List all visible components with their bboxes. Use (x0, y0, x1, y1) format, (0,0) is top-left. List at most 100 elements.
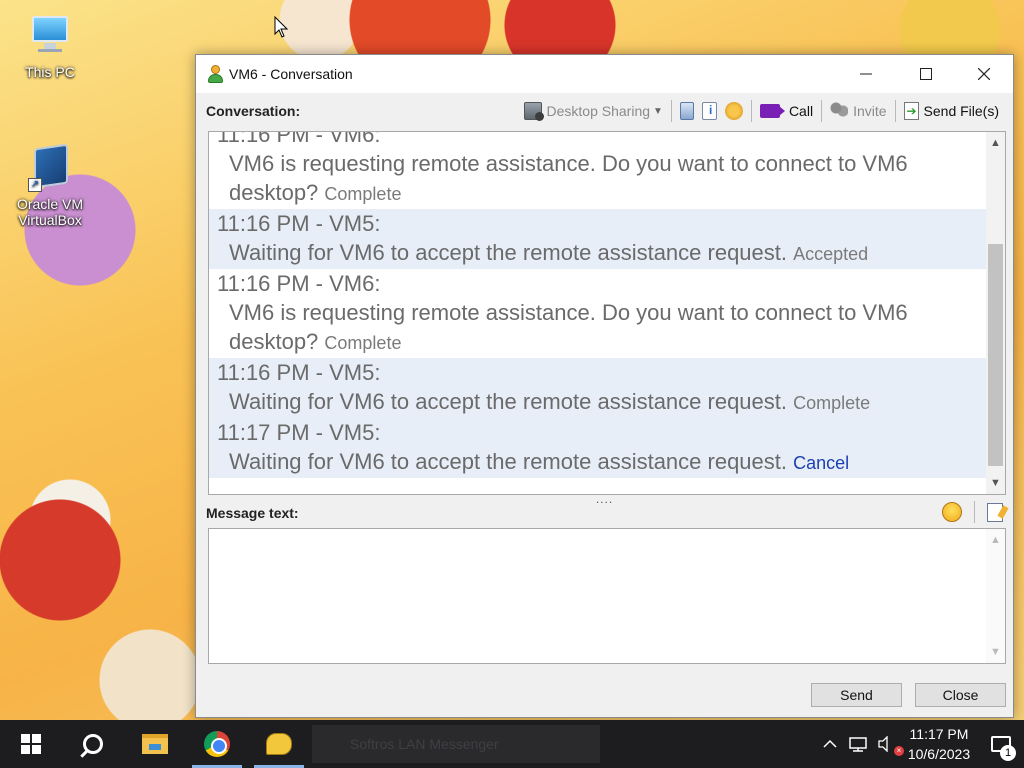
emoticons-icon (724, 102, 743, 120)
conversation-scrollbar[interactable]: ▲ ▼ (986, 132, 1005, 494)
clock-time: 11:17 PM (909, 726, 969, 742)
message-status: Complete (324, 184, 402, 204)
scroll-down-icon[interactable]: ▼ (986, 474, 1005, 492)
desktop-icon-label: Oracle VM VirtualBox (16, 196, 84, 228)
toolbar-separator (894, 100, 896, 122)
close-button[interactable]: Close (915, 683, 1006, 707)
network-icon (849, 737, 867, 752)
close-window-button[interactable] (961, 55, 1007, 93)
conversation-history[interactable]: 11:16 PM - VM6: VM6 is requesting remote… (208, 131, 1006, 495)
toolbar-separator (670, 100, 672, 122)
file-explorer-icon (142, 734, 168, 754)
message-header: 11:16 PM - VM5: (217, 211, 381, 236)
clock[interactable]: 11:17 PM 10/6/2023 (900, 724, 978, 764)
minimize-icon (860, 73, 872, 75)
maximize-button[interactable] (903, 55, 949, 93)
pane-splitter[interactable]: .... (196, 493, 1013, 507)
message-input-scrollbar[interactable]: ▲ ▼ (986, 529, 1005, 663)
taskbar-preview[interactable]: Softros LAN Messenger (312, 725, 600, 763)
invite-label: Invite (853, 103, 887, 119)
message-header: 11:16 PM - VM5: (217, 360, 381, 385)
contacts-button[interactable] (676, 99, 698, 123)
message-body: VM6 is requesting remote assistance. Do … (217, 298, 987, 358)
emoticons-button[interactable] (721, 99, 747, 123)
send-files-button[interactable]: Send File(s) (900, 99, 1003, 123)
desktop-icon-this-pc[interactable]: This PC (5, 12, 95, 80)
chrome-icon (204, 731, 230, 757)
messenger-icon (266, 733, 292, 755)
toolbar-separator (974, 501, 975, 523)
messenger-user-icon (207, 65, 223, 83)
message-body: Waiting for VM6 to accept the remote ass… (217, 238, 987, 269)
cancel-link[interactable]: Cancel (793, 453, 849, 473)
conversation-label: Conversation: (206, 103, 301, 119)
conversation-toolbar: Desktop Sharing ▼ Call Invite Send File(… (520, 93, 1003, 129)
message-item: 11:16 PM - VM5: Waiting for VM6 to accep… (209, 358, 987, 478)
desktop-icon-virtualbox[interactable]: ↗ Oracle VM VirtualBox (5, 143, 95, 228)
message-item: 11:16 PM - VM5: Waiting for VM6 to accep… (209, 209, 987, 269)
messenger-button[interactable] (248, 720, 310, 768)
toolbar-separator (821, 100, 823, 122)
minimize-button[interactable] (843, 55, 889, 93)
windows-start-icon (21, 734, 41, 754)
start-button[interactable] (0, 720, 62, 768)
network-button[interactable] (844, 720, 872, 768)
message-status: Accepted (793, 244, 869, 264)
window-title: VM6 - Conversation (229, 66, 353, 82)
toolbar-separator (750, 100, 752, 122)
send-file-icon (903, 102, 919, 120)
scroll-up-icon[interactable]: ▲ (986, 531, 1005, 549)
message-text: Waiting for VM6 to accept the remote ass… (229, 449, 788, 474)
scrollbar-thumb[interactable] (988, 244, 1003, 466)
show-hidden-icons-button[interactable] (816, 720, 844, 768)
message-text: Waiting for VM6 to accept the remote ass… (229, 240, 788, 265)
action-center-button[interactable]: 1 (978, 720, 1024, 768)
user-info-icon (701, 102, 717, 120)
search-icon (83, 734, 103, 754)
muted-badge-icon: × (894, 746, 904, 756)
message-body: VM6 is requesting remote assistance. Do … (217, 149, 987, 209)
scroll-down-icon[interactable]: ▼ (986, 643, 1005, 661)
conversation-header: Conversation: Desktop Sharing ▼ Call Inv… (196, 93, 1013, 129)
chrome-button[interactable] (186, 720, 248, 768)
conversation-window: VM6 - Conversation Conversation: Desktop… (195, 54, 1014, 718)
message-input[interactable] (209, 529, 987, 663)
message-header: 11:17 PM - VM5: (217, 420, 381, 445)
virtualbox-icon: ↗ (26, 143, 74, 192)
desktop-sharing-button[interactable]: Desktop Sharing ▼ (520, 99, 667, 123)
message-status: Complete (324, 333, 402, 353)
desktop-sharing-icon (523, 102, 544, 121)
message-body: Waiting for VM6 to accept the remote ass… (217, 387, 987, 418)
message-list: 11:16 PM - VM6: VM6 is requesting remote… (209, 132, 987, 478)
clock-date: 10/6/2023 (907, 746, 971, 762)
user-info-button[interactable] (698, 99, 721, 123)
file-explorer-button[interactable] (124, 720, 186, 768)
dropdown-arrow-icon: ▼ (653, 105, 663, 117)
chevron-up-icon (823, 739, 837, 748)
close-icon (978, 68, 990, 80)
message-item: 11:16 PM - VM6: VM6 is requesting remote… (209, 132, 987, 209)
scroll-up-icon[interactable]: ▲ (986, 134, 1005, 152)
volume-muted-icon (878, 736, 888, 752)
call-button[interactable]: Call (756, 99, 817, 123)
call-label: Call (788, 103, 814, 119)
format-text-icon[interactable] (987, 502, 1003, 522)
desktop-sharing-label: Desktop Sharing (546, 103, 651, 119)
invite-users-icon (830, 102, 849, 120)
contacts-icon (679, 102, 694, 120)
message-text-label: Message text: (206, 505, 299, 521)
title-bar[interactable]: VM6 - Conversation (196, 55, 1013, 93)
system-tray: × 11:17 PM 10/6/2023 1 (816, 720, 1024, 768)
volume-button[interactable]: × (872, 720, 904, 768)
search-button[interactable] (62, 720, 124, 768)
message-status: Complete (793, 393, 871, 413)
message-body: Waiting for VM6 to accept the remote ass… (217, 447, 987, 478)
send-button[interactable]: Send (811, 683, 902, 707)
message-text: Waiting for VM6 to accept the remote ass… (229, 389, 788, 414)
maximize-icon (920, 68, 932, 80)
smiley-icon[interactable] (942, 502, 962, 522)
invite-button[interactable]: Invite (826, 99, 890, 123)
send-files-label: Send File(s) (923, 103, 999, 119)
mouse-cursor-icon (274, 16, 288, 38)
taskbar: Softros LAN Messenger × 11:17 PM 10/6/20… (0, 720, 1024, 768)
